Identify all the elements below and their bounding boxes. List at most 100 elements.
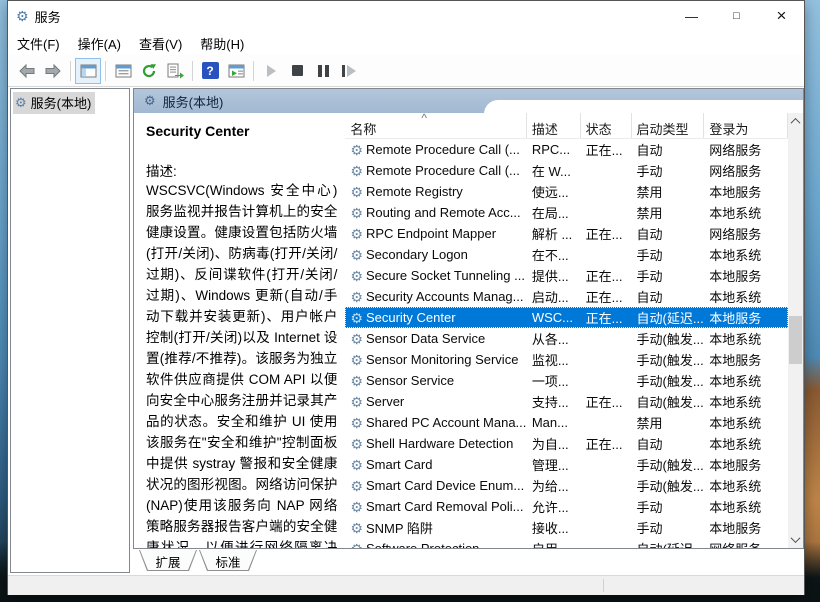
- menu-view[interactable]: 查看(V): [130, 31, 191, 56]
- column-header-status[interactable]: 状态: [581, 113, 632, 138]
- column-header-logon-as[interactable]: 登录为: [704, 113, 788, 138]
- service-row[interactable]: ⚙Secure Socket Tunneling ... 提供... 正在...…: [345, 265, 788, 286]
- gear-icon: ⚙: [144, 93, 156, 109]
- menu-file[interactable]: 文件(F): [8, 31, 69, 56]
- service-row[interactable]: ⚙Remote Procedure Call (... RPC... 正在...…: [345, 139, 788, 160]
- tab-standard[interactable]: 标准: [199, 550, 257, 571]
- service-row[interactable]: ⚙RPC Endpoint Mapper 解析 ... 正在... 自动 网络服…: [345, 223, 788, 244]
- gear-icon: ⚙: [350, 437, 363, 451]
- statusbar: [8, 575, 804, 595]
- window-controls: — □ ×: [669, 1, 804, 31]
- properties-button[interactable]: [110, 58, 136, 84]
- service-row[interactable]: ⚙Smart Card Removal Poli... 允许... 手动 本地系…: [345, 496, 788, 517]
- back-arrow-icon: [18, 63, 36, 79]
- gear-icon: ⚙: [350, 311, 363, 325]
- gear-icon: ⚙: [350, 185, 363, 199]
- help-button[interactable]: ?: [197, 58, 223, 84]
- tree-item-services-local[interactable]: ⚙ 服务(本地): [13, 92, 95, 114]
- show-console-tree-button[interactable]: [75, 58, 101, 84]
- column-header-name[interactable]: 名称 ^: [345, 113, 526, 138]
- gear-icon: ⚙: [350, 248, 363, 262]
- back-button[interactable]: [14, 58, 40, 84]
- forward-arrow-icon: [44, 63, 62, 79]
- desktop: { "colors": { "selection": "#0078d7", "p…: [0, 0, 820, 602]
- forward-button[interactable]: [40, 58, 66, 84]
- panel-rounded-corner: [484, 100, 803, 114]
- vertical-scrollbar[interactable]: [788, 113, 803, 548]
- window-play-button[interactable]: [223, 58, 249, 84]
- play-icon: [267, 65, 276, 77]
- minimize-button[interactable]: —: [669, 1, 714, 31]
- start-service-button[interactable]: [258, 58, 284, 84]
- restart-service-button[interactable]: [336, 58, 362, 84]
- statusbar-divider: [603, 579, 604, 592]
- close-button[interactable]: ×: [759, 1, 804, 31]
- column-header-startup-type[interactable]: 启动类型: [632, 113, 705, 138]
- service-row[interactable]: ⚙Software Protection 启用... 自动(延迟... 网络服务: [345, 538, 788, 548]
- window-play-icon: [228, 64, 245, 78]
- export-list-icon: [167, 63, 184, 79]
- service-row[interactable]: ⚙Smart Card 管理... 手动(触发... 本地服务: [345, 454, 788, 475]
- tree-item-label: 服务(本地): [31, 93, 92, 112]
- gear-icon: ⚙: [350, 206, 363, 220]
- service-row[interactable]: ⚙Sensor Monitoring Service 监视... 手动(触发..…: [345, 349, 788, 370]
- service-row[interactable]: ⚙Smart Card Device Enum... 为给... 手动(触发..…: [345, 475, 788, 496]
- titlebar[interactable]: ⚙ 服务 — □ ×: [8, 1, 804, 31]
- help-icon: ?: [202, 62, 219, 79]
- maximize-button[interactable]: □: [714, 1, 759, 31]
- toolbar-separator: [105, 61, 106, 81]
- service-row[interactable]: ⚙Security Center WSC... 正在... 自动(延迟... 本…: [345, 307, 788, 328]
- refresh-icon: [141, 63, 157, 79]
- tab-extended[interactable]: 扩展: [139, 550, 197, 571]
- menu-help[interactable]: 帮助(H): [191, 31, 253, 56]
- refresh-button[interactable]: [136, 58, 162, 84]
- sort-ascending-icon: ^: [421, 113, 427, 125]
- gear-icon: ⚙: [350, 500, 363, 514]
- service-row[interactable]: ⚙Shared PC Account Mana... Man... 禁用 本地系…: [345, 412, 788, 433]
- menubar: 文件(F) 操作(A) 查看(V) 帮助(H): [8, 31, 804, 55]
- service-row[interactable]: ⚙SNMP 陷阱 接收... 手动 本地服务: [345, 517, 788, 538]
- gear-icon: ⚙: [350, 374, 363, 388]
- menu-action[interactable]: 操作(A): [69, 31, 130, 56]
- service-row[interactable]: ⚙Routing and Remote Acc... 在局... 禁用 本地系统: [345, 202, 788, 223]
- service-row[interactable]: ⚙Remote Registry 使远... 禁用 本地服务: [345, 181, 788, 202]
- pause-service-button[interactable]: [310, 58, 336, 84]
- service-row[interactable]: ⚙Remote Procedure Call (... 在 W... 手动 网络…: [345, 160, 788, 181]
- service-row[interactable]: ⚙Shell Hardware Detection 为自... 正在... 自动…: [345, 433, 788, 454]
- service-row[interactable]: ⚙Secondary Logon 在不... 手动 本地系统: [345, 244, 788, 265]
- toolbar-separator: [253, 61, 254, 81]
- panel-header-title: 服务(本地): [163, 92, 224, 111]
- toolbar-separator: [192, 61, 193, 81]
- column-header-description[interactable]: 描述: [527, 113, 581, 138]
- gear-icon: ⚙: [350, 416, 363, 430]
- window-title: 服务: [35, 7, 61, 26]
- details-column: ⚙ 服务(本地) Security Center 描述: WSCSVC(Wind…: [133, 88, 804, 573]
- service-row[interactable]: ⚙Server 支持... 正在... 自动(触发... 本地系统: [345, 391, 788, 412]
- stop-service-button[interactable]: [284, 58, 310, 84]
- gear-icon: ⚙: [350, 164, 363, 178]
- console-tree-panel: ⚙ 服务(本地): [10, 88, 130, 573]
- scroll-up-button[interactable]: [788, 113, 803, 130]
- gear-icon: ⚙: [350, 395, 363, 409]
- service-row[interactable]: ⚙Security Accounts Manag... 启动... 正在... …: [345, 286, 788, 307]
- description-text: WSCSVC(Windows 安全中心)服务监视并报告计算机上的安全健康设置。健…: [146, 180, 337, 548]
- gear-icon: ⚙: [350, 332, 363, 346]
- gear-icon: ⚙: [350, 143, 363, 157]
- list-header: 名称 ^ 描述 状态 启动类型 登录为: [345, 113, 788, 139]
- chevron-up-icon: [791, 118, 801, 128]
- gear-icon: ⚙: [350, 479, 363, 493]
- gear-icon: ⚙: [350, 290, 363, 304]
- toolbar-separator: [70, 61, 71, 81]
- scroll-down-button[interactable]: [788, 531, 803, 548]
- toolbar: ?: [8, 55, 804, 87]
- gear-icon: ⚙: [350, 353, 363, 367]
- services-window: ⚙ 服务 — □ × 文件(F) 操作(A) 查看(V) 帮助(H): [7, 0, 805, 595]
- restart-icon: [342, 65, 356, 77]
- description-label: 描述:: [146, 160, 337, 180]
- details-panel: ⚙ 服务(本地) Security Center 描述: WSCSVC(Wind…: [133, 88, 804, 549]
- export-list-button[interactable]: [162, 58, 188, 84]
- services-list: 名称 ^ 描述 状态 启动类型 登录为 ⚙Remote Procedure Ca…: [345, 113, 788, 548]
- service-row[interactable]: ⚙Sensor Service 一项... 手动(触发... 本地系统: [345, 370, 788, 391]
- service-row[interactable]: ⚙Sensor Data Service 从各... 手动(触发... 本地系统: [345, 328, 788, 349]
- scrollbar-thumb[interactable]: [789, 316, 802, 364]
